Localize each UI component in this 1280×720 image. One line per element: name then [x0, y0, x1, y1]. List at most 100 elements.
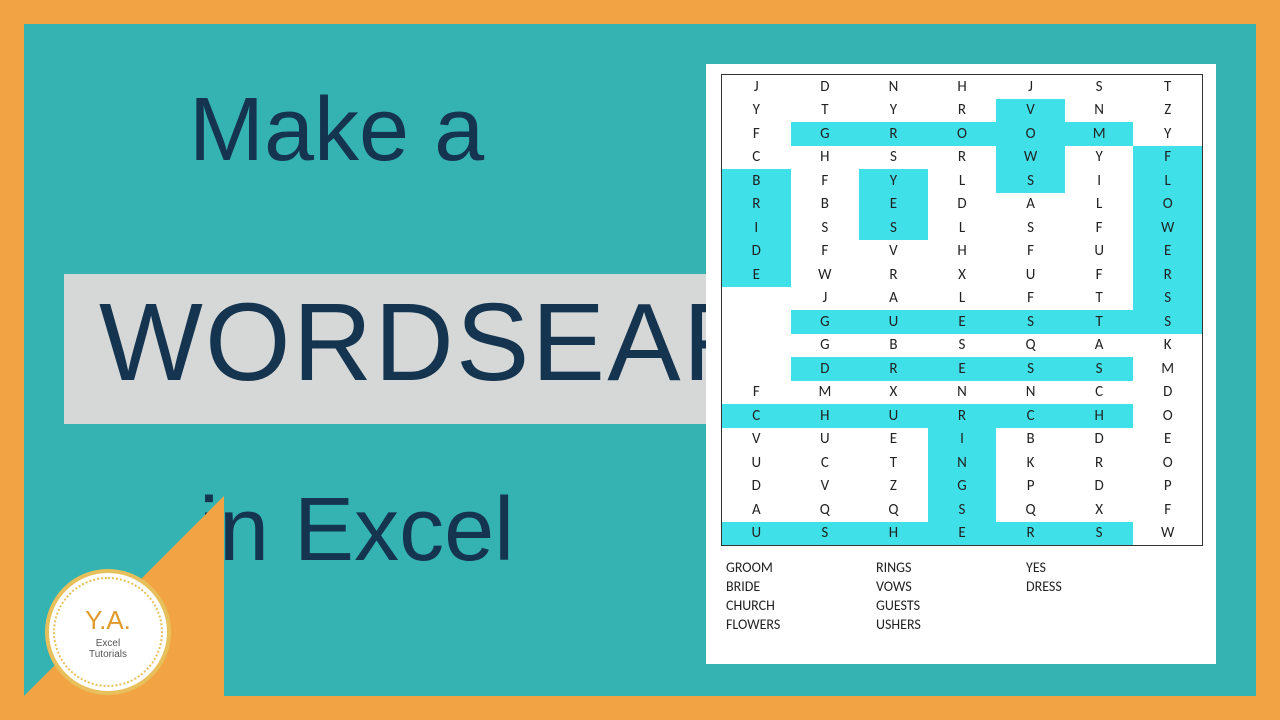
grid-cell: Y: [722, 99, 791, 123]
grid-cell: M: [791, 381, 860, 405]
title-line-3: in Excel: [199, 479, 514, 582]
grid-cell: S: [996, 169, 1065, 193]
grid-cell: E: [928, 310, 997, 334]
grid-cell: S: [859, 216, 928, 240]
grid-cell: B: [859, 334, 928, 358]
word-list-item: USHERS: [876, 616, 1026, 633]
grid-cell: H: [928, 240, 997, 264]
wordsearch-panel: JDNHJSTYTYRVNZFGROOMYCHSRWYFBFYLSILRBEDA…: [706, 64, 1216, 664]
grid-cell: K: [1133, 334, 1202, 358]
grid-cell: U: [1065, 240, 1134, 264]
grid-cell: C: [722, 146, 791, 170]
grid-cell: T: [1065, 310, 1134, 334]
grid-cell: [722, 334, 791, 358]
logo-dotted-ring: [53, 577, 163, 687]
grid-cell: H: [791, 146, 860, 170]
grid-cell: W: [1133, 522, 1202, 546]
content-area: Make a WORDSEARCH in Excel JDNHJSTYTYRVN…: [24, 24, 1256, 696]
grid-cell: F: [791, 169, 860, 193]
grid-cell: R: [859, 122, 928, 146]
channel-logo: Y.A. Excel Tutorials: [45, 569, 171, 695]
grid-cell: U: [791, 428, 860, 452]
grid-cell: Q: [996, 334, 1065, 358]
grid-cell: A: [722, 498, 791, 522]
grid-cell: A: [996, 193, 1065, 217]
grid-cell: L: [928, 216, 997, 240]
grid-cell: J: [791, 287, 860, 311]
grid-cell: N: [928, 451, 997, 475]
grid-cell: F: [1065, 216, 1134, 240]
grid-cell: U: [859, 310, 928, 334]
grid-cell: E: [859, 193, 928, 217]
grid-cell: R: [859, 263, 928, 287]
grid-cell: F: [1133, 498, 1202, 522]
grid-cell: E: [928, 522, 997, 546]
grid-cell: E: [1133, 428, 1202, 452]
grid-cell: S: [928, 498, 997, 522]
word-list-item: DRESS: [1026, 578, 1146, 595]
grid-cell: V: [996, 99, 1065, 123]
grid-cell: N: [996, 381, 1065, 405]
grid-cell: H: [791, 404, 860, 428]
grid-cell: F: [722, 122, 791, 146]
grid-cell: R: [1133, 263, 1202, 287]
grid-cell: H: [859, 522, 928, 546]
grid-cell: [722, 287, 791, 311]
word-list-item: [1026, 597, 1146, 614]
grid-cell: O: [928, 122, 997, 146]
grid-cell: A: [859, 287, 928, 311]
grid-cell: O: [996, 122, 1065, 146]
grid-cell: V: [791, 475, 860, 499]
grid-cell: S: [996, 216, 1065, 240]
grid-cell: D: [1133, 381, 1202, 405]
grid-cell: F: [996, 240, 1065, 264]
grid-cell: G: [791, 334, 860, 358]
grid-cell: I: [928, 428, 997, 452]
grid-cell: Y: [859, 99, 928, 123]
grid-cell: E: [1133, 240, 1202, 264]
grid-cell: N: [859, 75, 928, 99]
grid-cell: C: [996, 404, 1065, 428]
grid-cell: F: [996, 287, 1065, 311]
grid-cell: X: [859, 381, 928, 405]
grid-cell: F: [791, 240, 860, 264]
grid-cell: V: [859, 240, 928, 264]
grid-cell: L: [928, 287, 997, 311]
grid-cell: O: [1133, 404, 1202, 428]
grid-cell: H: [928, 75, 997, 99]
wordsearch-grid: JDNHJSTYTYRVNZFGROOMYCHSRWYFBFYLSILRBEDA…: [721, 74, 1203, 546]
grid-cell: T: [1065, 287, 1134, 311]
grid-cell: U: [722, 522, 791, 546]
grid-cell: U: [722, 451, 791, 475]
grid-cell: R: [859, 357, 928, 381]
word-list: GROOMRINGSYESBRIDEVOWSDRESSCHURCHGUESTSF…: [726, 559, 1146, 633]
grid-cell: E: [859, 428, 928, 452]
grid-cell: B: [996, 428, 1065, 452]
grid-cell: J: [722, 75, 791, 99]
grid-cell: R: [928, 404, 997, 428]
grid-cell: D: [928, 193, 997, 217]
word-list-item: YES: [1026, 559, 1146, 576]
stage: Make a WORDSEARCH in Excel JDNHJSTYTYRVN…: [0, 0, 1280, 720]
grid-cell: E: [928, 357, 997, 381]
grid-cell: V: [722, 428, 791, 452]
grid-cell: Q: [791, 498, 860, 522]
grid-cell: C: [791, 451, 860, 475]
grid-cell: L: [1133, 169, 1202, 193]
grid-cell: S: [859, 146, 928, 170]
grid-cell: D: [791, 75, 860, 99]
grid-cell: T: [859, 451, 928, 475]
grid-cell: I: [722, 216, 791, 240]
grid-cell: Y: [1065, 146, 1134, 170]
grid-cell: O: [1133, 451, 1202, 475]
grid-cell: W: [1133, 216, 1202, 240]
grid-cell: F: [722, 381, 791, 405]
grid-cell: S: [1065, 357, 1134, 381]
grid-cell: T: [791, 99, 860, 123]
title-line-1: Make a: [189, 79, 484, 182]
grid-cell: X: [1065, 498, 1134, 522]
word-list-item: CHURCH: [726, 597, 876, 614]
grid-cell: H: [1065, 404, 1134, 428]
grid-cell: F: [1133, 146, 1202, 170]
grid-cell: L: [928, 169, 997, 193]
